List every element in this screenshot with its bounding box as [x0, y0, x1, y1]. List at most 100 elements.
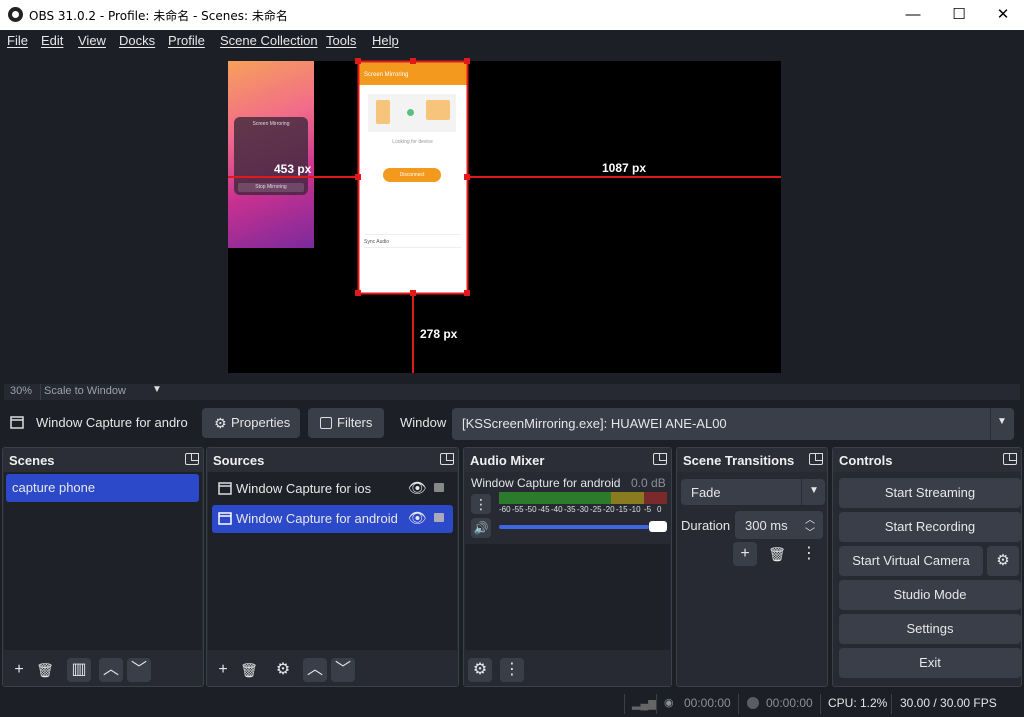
speaker-icon[interactable]: 🔊 — [471, 518, 491, 538]
volume-slider-handle[interactable] — [649, 521, 667, 532]
studio-mode-button[interactable]: Studio Mode — [839, 580, 1021, 610]
chevron-down-icon: ▼ — [809, 485, 819, 496]
scenes-list: capture phone — [4, 472, 202, 650]
start-streaming-button[interactable]: Start Streaming — [839, 478, 1021, 508]
handle-bottom — [410, 290, 416, 296]
window-select[interactable]: [KSScreenMirroring.exe]: HUAWEI ANE-AL00… — [452, 408, 1014, 440]
chevron-down-icon: ▼ — [997, 416, 1007, 427]
duration-value: 300 ms — [745, 518, 788, 533]
sources-dock: Sources Window Capture for ios 👁 Window … — [206, 447, 459, 687]
controls-dock: Controls Start Streaming Start Recording… — [832, 447, 1022, 687]
cpu-usage: CPU: 1.2% — [828, 696, 888, 710]
virtual-camera-gear-icon[interactable]: ⚙ — [987, 546, 1019, 576]
window-select-value: [KSScreenMirroring.exe]: HUAWEI ANE-AL00 — [462, 416, 727, 431]
undock-icon[interactable] — [185, 453, 199, 465]
volume-meter — [499, 492, 667, 504]
preview-zoom-bar: 30% Scale to Window ▼ — [4, 384, 1020, 400]
measure-label-bottom: 278 px — [420, 327, 458, 341]
window-label: Window — [400, 415, 447, 430]
chevron-down-icon[interactable]: ﹀ — [805, 524, 815, 539]
channel-db: 0.0 dB — [631, 476, 666, 490]
trash-icon[interactable]: 🗑 — [765, 542, 789, 566]
fps-readout: 30.00 / 30.00 FPS — [900, 696, 997, 710]
selected-source-name: Window Capture for andro — [36, 415, 188, 430]
window-capture-icon — [218, 512, 232, 525]
transform-overlay — [228, 58, 781, 373]
meter-ticks: -60 -55 -50 -45 -40 -35 -30 -25 -20 -15 … — [499, 505, 662, 514]
lock-icon[interactable] — [434, 513, 444, 522]
more-options-icon[interactable]: ⋮ — [471, 494, 491, 514]
source-item-label: Window Capture for android — [236, 511, 398, 526]
move-down-icon[interactable]: ﹀ — [127, 658, 151, 682]
gear-icon: ⚙ — [214, 415, 227, 431]
dock-title: Scene Transitions — [683, 453, 795, 468]
move-up-icon[interactable]: ︿ — [303, 658, 327, 682]
trash-icon[interactable]: 🗑 — [33, 658, 57, 682]
zoom-level: 30% — [10, 385, 33, 397]
handle-right — [464, 174, 470, 180]
add-scene-icon[interactable]: + — [7, 658, 31, 682]
dock-title: Scenes — [9, 453, 55, 468]
handle-top — [410, 58, 416, 64]
measure-label-left: 453 px — [274, 162, 312, 176]
scenes-dock: Scenes capture phone + 🗑 ▥ ︿ ﹀ — [2, 447, 204, 687]
source-item-label: Window Capture for ios — [236, 481, 372, 496]
duration-spinbox[interactable]: 300 ms ︿ ﹀ — [735, 511, 823, 539]
status-bar: ▂▄▆ ◉ 00:00:00 00:00:00 CPU: 1.2% 30.00 … — [0, 690, 1024, 717]
scale-mode-select[interactable]: Scale to Window — [44, 385, 126, 397]
more-options-icon[interactable]: ⋮ — [500, 658, 524, 682]
chevron-down-icon[interactable]: ▼ — [152, 384, 162, 395]
eye-icon[interactable]: 👁 — [408, 505, 427, 533]
properties-label: Properties — [231, 415, 291, 430]
start-recording-button[interactable]: Start Recording — [839, 512, 1021, 542]
start-virtual-camera-button[interactable]: Start Virtual Camera — [839, 546, 983, 576]
undock-icon[interactable] — [1003, 453, 1017, 465]
dock-title: Controls — [839, 453, 893, 468]
source-item[interactable]: Window Capture for android 👁 — [212, 505, 453, 533]
source-toolbar: Window Capture for andro ⚙ Properties Fi… — [0, 402, 1024, 446]
add-transition-icon[interactable]: + — [733, 542, 757, 566]
undock-icon[interactable] — [809, 453, 823, 465]
record-status-icon — [747, 697, 759, 709]
handle-top-left — [355, 58, 361, 64]
source-item[interactable]: Window Capture for ios 👁 — [212, 475, 453, 503]
handle-bottom-right — [464, 290, 470, 296]
lock-icon[interactable] — [434, 483, 444, 492]
handle-left — [355, 174, 361, 180]
gear-icon[interactable]: ⚙ — [271, 658, 295, 682]
mixer-empty-area — [465, 544, 670, 650]
stream-status-icon: ◉ — [664, 697, 674, 709]
volume-slider[interactable] — [499, 521, 667, 532]
move-down-icon[interactable]: ﹀ — [331, 658, 355, 682]
undock-icon[interactable] — [653, 453, 667, 465]
sources-list: Window Capture for ios 👁 Window Capture … — [208, 472, 457, 650]
exit-button[interactable]: Exit — [839, 648, 1021, 678]
scene-filters-icon[interactable]: ▥ — [67, 658, 91, 682]
handle-bottom-left — [355, 290, 361, 296]
measure-label-right: 1087 px — [602, 161, 647, 175]
window-capture-icon — [10, 416, 24, 429]
move-up-icon[interactable]: ︿ — [99, 658, 123, 682]
scene-transitions-dock: Scene Transitions Fade ▼ Duration 300 ms… — [676, 447, 828, 687]
scene-item[interactable]: capture phone — [6, 474, 199, 502]
handle-top-right — [464, 58, 470, 64]
trash-icon[interactable]: 🗑 — [237, 658, 261, 682]
duration-label: Duration — [681, 518, 731, 533]
properties-button[interactable]: ⚙ Properties — [202, 408, 300, 438]
filters-button[interactable]: Filters — [308, 408, 384, 438]
add-source-icon[interactable]: + — [211, 658, 235, 682]
network-signal-icon: ▂▄▆ — [632, 698, 657, 710]
more-options-icon[interactable]: ⋮ — [797, 542, 821, 566]
channel-name: Window Capture for android — [471, 476, 621, 490]
eye-icon[interactable]: 👁 — [408, 475, 427, 503]
stream-time: 00:00:00 — [684, 696, 731, 710]
transition-select[interactable]: Fade ▼ — [681, 479, 825, 505]
dock-title: Sources — [213, 453, 265, 468]
audio-channel: Window Capture for android 0.0 dB ⋮ 🔊 -6… — [465, 472, 670, 544]
settings-button[interactable]: Settings — [839, 614, 1021, 644]
advanced-audio-gear-icon[interactable]: ⚙ — [468, 658, 492, 682]
undock-icon[interactable] — [440, 453, 454, 465]
selection-bounding-box — [357, 60, 469, 295]
record-time: 00:00:00 — [766, 696, 813, 710]
filters-label: Filters — [337, 415, 373, 430]
